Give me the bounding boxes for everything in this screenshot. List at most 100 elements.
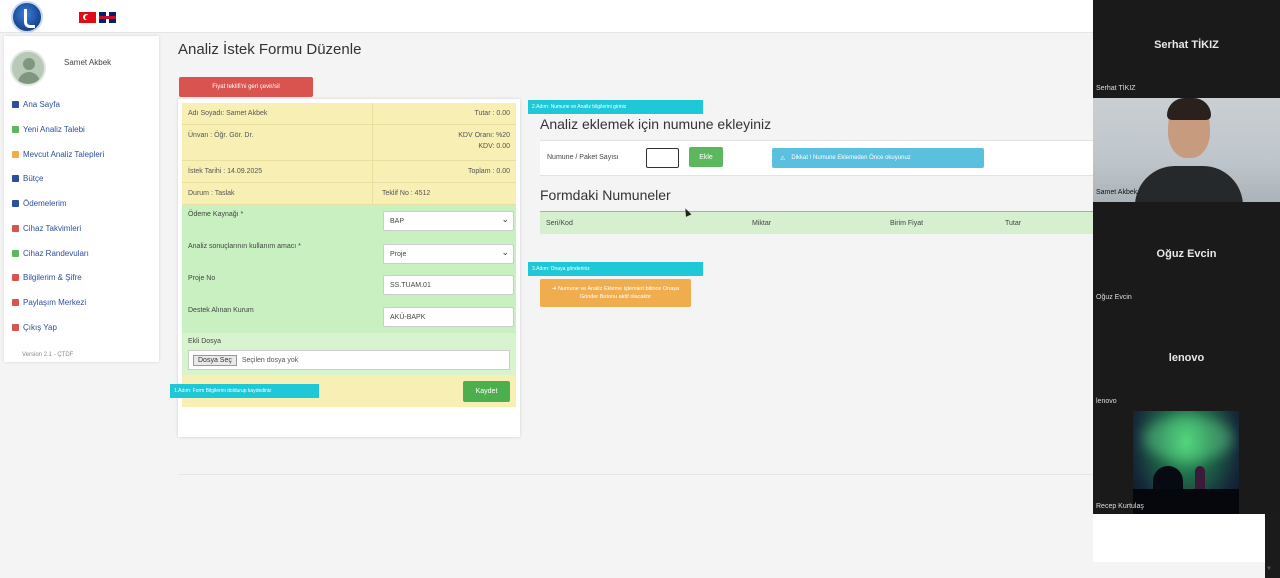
logo-icon[interactable] <box>11 1 43 33</box>
sidebar-item-label: Mevcut Analiz Talepleri <box>23 149 105 159</box>
uk-flag-icon[interactable] <box>99 12 116 23</box>
add-sample-panel: Numune / Paket Sayısı Ekle ⚠ Dikkat ! Nu… <box>540 140 1093 176</box>
requester-text: Adı Soyadı: Samet Akbek <box>188 110 268 117</box>
payment-source-select[interactable]: BAP <box>383 211 514 231</box>
sidebar-item-new-request[interactable]: Yeni Analiz Talebi <box>12 122 85 136</box>
logout-icon <box>12 323 19 331</box>
grand-total-text: Toplam : 0.00 <box>467 168 510 175</box>
add-sample-button[interactable]: Ekle <box>689 147 723 167</box>
column-header: Birim Fiyat <box>890 220 924 227</box>
turkey-flag-icon[interactable] <box>79 12 96 23</box>
sample-count-input[interactable] <box>646 148 679 168</box>
title-text: Ünvan : Öğr. Gör. Dr. <box>188 132 254 139</box>
ground <box>1133 489 1239 514</box>
video-person-hair <box>1167 98 1211 120</box>
file-input[interactable]: Dosya Seç Seçilen dosya yok <box>188 350 510 370</box>
file-status-text: Seçilen dosya yok <box>241 356 299 364</box>
divider <box>372 125 373 160</box>
column-header: Miktar <box>752 220 772 227</box>
participant-label: Samet Akbek <box>1096 189 1138 196</box>
add-sample-title: Analiz eklemek için numune ekleyiniz <box>540 116 772 132</box>
kdv-rate-text: KDV Oranı: %20 <box>458 132 510 139</box>
sidebar-item-budget[interactable]: Bütçe <box>12 171 43 185</box>
project-no-input[interactable]: SS.TUAM.01 <box>383 275 514 295</box>
send-for-approval-info-button[interactable]: ➜ Numune ve Analiz Ekleme işlemleri biti… <box>540 279 691 307</box>
page-title: Analiz İstek Formu Düzenle <box>178 41 362 58</box>
divider <box>178 474 1093 475</box>
request-date-text: İstek Tarihi : 14.09.2025 <box>188 168 263 175</box>
sidebar-item-logout[interactable]: Çıkış Yap <box>12 320 57 334</box>
purpose-row: Analiz sonuçlarının kullanım amacı * Pro… <box>182 237 516 269</box>
appointment-icon <box>12 249 19 257</box>
reject-offer-button[interactable]: Fiyat teklifi'ni geri çevir/sil <box>179 77 313 97</box>
sidebar: Samet Akbek Ana Sayfa Yeni Analiz Talebi… <box>4 36 159 362</box>
shared-web-page: Samet Akbek Ana Sayfa Yeni Analiz Talebi… <box>0 0 1093 578</box>
save-button[interactable]: Kaydet <box>463 381 510 402</box>
participant-label: lenovo <box>1096 398 1117 405</box>
video-person-body <box>1135 166 1243 202</box>
support-row: Destek Alınan Kurum AKÜ-BAPK <box>182 301 516 333</box>
version-text: Version 2.1 - ÇTDF <box>22 352 74 358</box>
sidebar-item-label: Paylaşım Merkezi <box>23 297 87 307</box>
add-icon <box>12 125 19 133</box>
column-header: Seri/Kod <box>546 220 573 227</box>
samples-table-header: Seri/Kod Miktar Birim Fiyat Tutar <box>540 211 1093 234</box>
sidebar-item-label: Ana Sayfa <box>23 99 60 109</box>
participant-label: Oğuz Evcin <box>1096 294 1132 301</box>
samples-title: Formdaki Numuneler <box>540 187 671 203</box>
divider <box>372 183 373 204</box>
info-row: İstek Tarihi : 14.09.2025 Toplam : 0.00 <box>182 161 516 183</box>
file-choose-button[interactable]: Dosya Seç <box>193 354 237 366</box>
participant-video[interactable] <box>1133 411 1239 514</box>
participant-name: Oğuz Evcin <box>1156 248 1217 260</box>
share-icon <box>12 298 19 306</box>
support-input[interactable]: AKÜ-BAPK <box>383 307 514 327</box>
participant-label: Recep Kurtulaş <box>1096 503 1144 510</box>
video-call-panel: Serhat TİKIZ Serhat TİKIZ Samet Akbek Oğ… <box>1093 0 1280 514</box>
sidebar-item-label: Cihaz Takvimleri <box>23 223 82 233</box>
sidebar-item-device-appointments[interactable]: Cihaz Randevuları <box>12 246 89 260</box>
payment-icon <box>12 199 19 207</box>
sample-count-label: Numune / Paket Sayısı <box>547 154 619 161</box>
sidebar-item-device-calendars[interactable]: Cihaz Takvimleri <box>12 221 81 235</box>
offer-no-text: Teklif No : 4512 <box>382 190 431 197</box>
key-icon <box>12 273 19 281</box>
purpose-select[interactable]: Proje <box>383 244 514 264</box>
warning-button[interactable]: ⚠ Dikkat ! Numune Eklemeden Önce okuyunu… <box>772 148 984 168</box>
budget-icon <box>12 174 19 182</box>
sidebar-item-label: Çıkış Yap <box>23 322 57 332</box>
sidebar-item-label: Bütçe <box>23 173 44 183</box>
payment-source-label: Ödeme Kaynağı * <box>188 211 244 218</box>
support-label: Destek Alınan Kurum <box>188 307 254 314</box>
divider <box>372 161 373 182</box>
list-icon <box>12 150 19 158</box>
info-row: Ünvan : Öğr. Gör. Dr. KDV Oranı: %20 KDV… <box>182 125 516 161</box>
sidebar-item-profile-password[interactable]: Bilgilerim & Şifre <box>12 270 82 284</box>
kdv-text: KDV: 0.00 <box>478 143 510 150</box>
participant-label: Serhat TİKIZ <box>1096 85 1136 92</box>
payment-source-row: Ödeme Kaynağı * BAP <box>182 205 516 237</box>
sidebar-item-label: Bilgilerim & Şifre <box>23 272 82 282</box>
warning-text: Dikkat ! Numune Eklemeden Önce okuyunuz <box>791 155 911 161</box>
step3-tag: 3.Adım: Onaya gönderiniz <box>528 262 703 276</box>
scroll-down-icon[interactable]: ▼ <box>1266 566 1272 572</box>
warning-icon: ⚠ <box>780 155 786 162</box>
info-row: Durum : Taslak Teklif No : 4512 <box>182 183 516 205</box>
file-row: Ekli Dosya Dosya Seç Seçilen dosya yok <box>182 333 516 375</box>
total-text: Tutar : 0.00 <box>474 110 510 117</box>
aurora-image <box>1143 416 1233 461</box>
project-no-row: Proje No SS.TUAM.01 <box>182 269 516 301</box>
bottom-strip <box>0 562 1265 578</box>
info-row: Adı Soyadı: Samet Akbek Tutar : 0.00 <box>182 103 516 125</box>
home-icon <box>12 100 19 108</box>
participant-video[interactable]: Samet Akbek <box>1093 98 1280 202</box>
participant-name: lenovo <box>1168 352 1205 364</box>
sidebar-item-label: Cihaz Randevuları <box>23 248 89 258</box>
sidebar-item-home[interactable]: Ana Sayfa <box>12 97 60 111</box>
sidebar-item-label: Ödemelerim <box>23 198 67 208</box>
divider <box>372 103 373 124</box>
sidebar-item-payments[interactable]: Ödemelerim <box>12 196 67 210</box>
purpose-label: Analiz sonuçlarının kullanım amacı * <box>188 243 301 250</box>
sidebar-item-existing-requests[interactable]: Mevcut Analiz Talepleri <box>12 147 104 161</box>
sidebar-item-share-center[interactable]: Paylaşım Merkezi <box>12 295 86 309</box>
